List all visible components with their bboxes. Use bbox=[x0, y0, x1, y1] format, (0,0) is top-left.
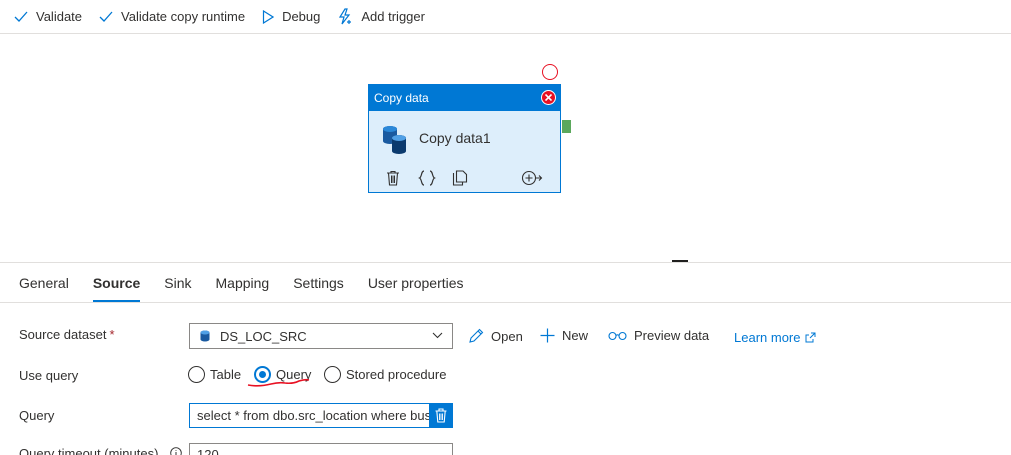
tab-source[interactable]: Source bbox=[92, 273, 141, 302]
source-dataset-select[interactable]: DS_LOC_SRC bbox=[189, 323, 453, 349]
learn-more-link[interactable]: Learn more bbox=[734, 330, 816, 345]
chevron-down-icon bbox=[432, 332, 443, 339]
debug-button[interactable]: Debug bbox=[262, 9, 320, 24]
success-output-handle[interactable] bbox=[562, 120, 571, 133]
error-indicator-icon[interactable] bbox=[542, 64, 558, 80]
tab-general[interactable]: General bbox=[19, 273, 69, 293]
new-label: New bbox=[562, 328, 589, 343]
red-underline-annotation bbox=[247, 378, 310, 387]
tab-user-properties[interactable]: User properties bbox=[368, 273, 464, 293]
radio-table-label: Table bbox=[210, 367, 242, 382]
validate-label: Validate bbox=[36, 9, 83, 24]
radio-stored-procedure-label: Stored procedure bbox=[346, 367, 447, 382]
activity-header: Copy data bbox=[369, 85, 560, 111]
validate-button[interactable]: Validate bbox=[14, 9, 82, 24]
radio-stored-procedure[interactable]: Stored procedure bbox=[324, 366, 446, 383]
pipeline-canvas[interactable]: Copy data Copy data1 bbox=[0, 35, 1011, 262]
trash-icon[interactable] bbox=[386, 170, 400, 186]
validate-copy-runtime-button[interactable]: Validate copy runtime bbox=[99, 9, 245, 24]
required-marker: * bbox=[109, 327, 115, 342]
query-input[interactable]: select * from dbo.src_location where bus bbox=[189, 403, 453, 428]
info-icon[interactable] bbox=[170, 447, 182, 455]
open-button[interactable]: Open bbox=[468, 328, 523, 344]
tab-settings[interactable]: Settings bbox=[293, 273, 344, 293]
checkmark-icon bbox=[14, 11, 28, 22]
learn-more-label: Learn more bbox=[734, 330, 801, 345]
query-timeout-label: Query timeout (minutes) bbox=[19, 446, 159, 455]
properties-tabs: General Source Sink Mapping Settings Use… bbox=[0, 262, 1011, 303]
use-query-label: Use query bbox=[19, 368, 79, 383]
open-label: Open bbox=[491, 328, 523, 344]
close-icon[interactable] bbox=[541, 90, 556, 105]
new-button[interactable]: New bbox=[540, 328, 588, 343]
copy-data-activity[interactable]: Copy data Copy data1 bbox=[368, 84, 561, 193]
add-trigger-label: Add trigger bbox=[361, 9, 425, 24]
add-output-icon[interactable] bbox=[521, 170, 543, 186]
debug-label: Debug bbox=[282, 9, 321, 24]
query-timeout-input[interactable]: 120 bbox=[189, 443, 453, 455]
query-clear-button[interactable] bbox=[429, 404, 452, 427]
code-braces-icon[interactable] bbox=[418, 170, 436, 186]
database-icon bbox=[383, 126, 406, 154]
add-trigger-button[interactable]: Add trigger bbox=[337, 8, 425, 25]
radio-stored-procedure-button[interactable] bbox=[324, 366, 341, 383]
pipeline-toolbar: Validate Validate copy runtime Debug Add… bbox=[0, 0, 1011, 34]
source-dataset-label: Source dataset * bbox=[19, 327, 115, 342]
validate-copy-runtime-label: Validate copy runtime bbox=[121, 9, 246, 24]
copy-icon[interactable] bbox=[452, 170, 468, 186]
activity-name: Copy data1 bbox=[419, 130, 491, 146]
external-link-icon bbox=[805, 332, 816, 343]
play-icon bbox=[262, 9, 275, 24]
tab-sink[interactable]: Sink bbox=[164, 273, 191, 293]
checkmark-icon bbox=[99, 11, 113, 22]
radio-table-button[interactable] bbox=[188, 366, 205, 383]
radio-table[interactable]: Table bbox=[188, 366, 241, 383]
preview-data-label: Preview data bbox=[634, 328, 710, 343]
preview-data-button[interactable]: Preview data bbox=[608, 328, 709, 343]
plus-icon bbox=[540, 328, 555, 343]
tab-mapping[interactable]: Mapping bbox=[216, 273, 270, 293]
glasses-icon bbox=[608, 331, 627, 340]
dataset-icon bbox=[200, 330, 210, 342]
source-dataset-value: DS_LOC_SRC bbox=[220, 328, 307, 344]
pencil-icon bbox=[469, 328, 484, 343]
lightning-icon bbox=[339, 8, 352, 25]
query-label: Query bbox=[19, 408, 55, 423]
activity-type-label: Copy data bbox=[374, 91, 429, 105]
query-text[interactable]: select * from dbo.src_location where bus bbox=[190, 408, 429, 423]
trash-icon bbox=[435, 408, 446, 423]
